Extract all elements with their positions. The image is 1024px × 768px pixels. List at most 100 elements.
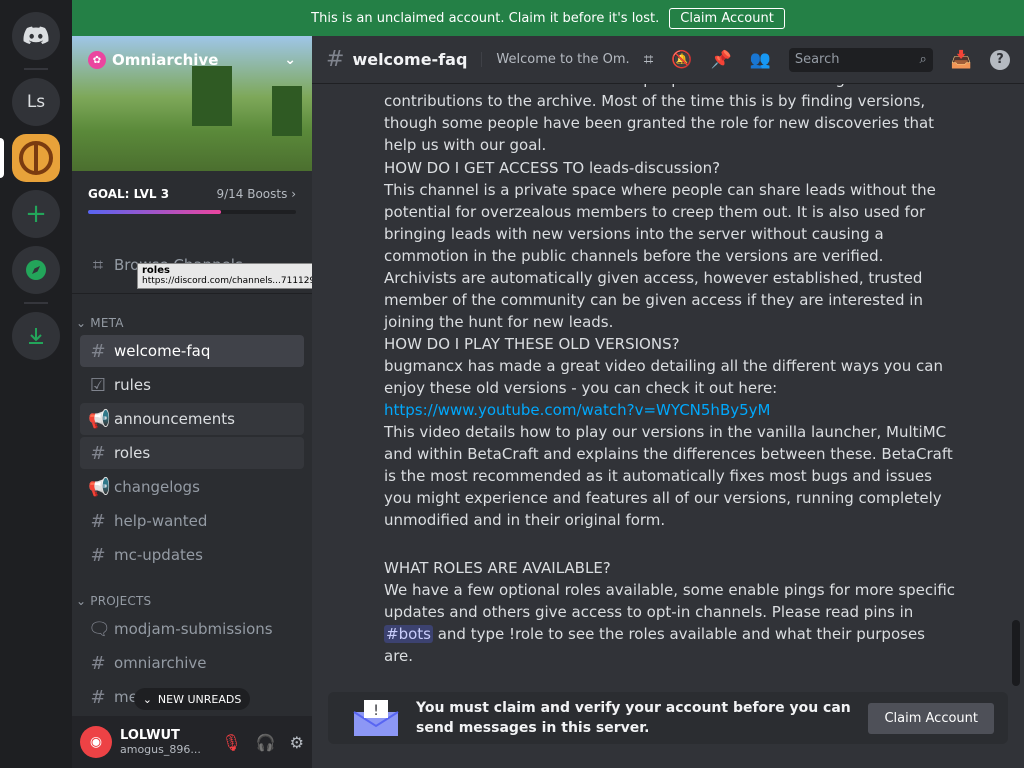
server-icon-omniarchive[interactable] [12,134,60,182]
svg-text:!: ! [373,703,379,719]
channel-mention-bots[interactable]: #bots [384,625,433,643]
channel-header: # welcome-faq Welcome to the Om... ⌗ 🔕 📌… [312,36,1024,84]
channel-mc-updates[interactable]: # mc-updates [80,539,304,571]
answer-text: bugmancx has made a great video detailin… [384,357,943,397]
username: LOLWUT [120,728,180,743]
unclaimed-account-banner: This is an unclaimed account. Claim it b… [72,0,1024,36]
channel-help-wanted[interactable]: # help-wanted [80,505,304,537]
envelope-alert-icon: ! [353,700,399,736]
add-server-button[interactable]: + [12,190,60,238]
answer-text: and type !role to see the roles availabl… [384,625,925,665]
direct-messages-button[interactable] [12,12,60,60]
selected-server-pill [0,138,4,178]
new-unreads-pill[interactable]: ⌄ NEW UNREADS [134,688,250,710]
category-projects[interactable]: ⌄ PROJECTS [76,594,151,608]
megaphone-icon: 📢 [88,408,111,430]
explore-servers-button[interactable] [12,246,60,294]
message-paragraph-1: The archivist role is used to thank peop… [384,84,935,154]
hash-icon: # [90,510,106,532]
omniarchive-logo-icon [19,141,53,175]
banner-claim-account-button[interactable]: Claim Account [669,7,785,29]
faq-question-versions: HOW DO I PLAY THESE OLD VERSIONS? [384,335,680,353]
mute-microphone-icon[interactable]: 🎙 [221,733,241,752]
channel-welcome-faq[interactable]: # welcome-faq [80,335,304,367]
channel-omniarchive[interactable]: # omniarchive [80,647,304,679]
claim-account-notice: ! You must claim and verify your account… [328,692,1008,744]
goal-label: GOAL: LVL 3 [88,187,170,201]
compass-icon [26,260,46,280]
faq-answer-versions: bugmancx has made a great video detailin… [384,355,956,421]
search-icon: ⌕ [919,52,927,67]
rail-separator [24,68,48,70]
server-name: Omniarchive [112,51,219,69]
channel-label: modjam-submissions [114,620,273,638]
faq-answer-versions-2: This video details how to play our versi… [384,423,953,529]
hash-icon: # [326,47,345,72]
answer-text: We have a few optional roles available, … [384,581,956,621]
member-list-icon[interactable]: 👥 [750,50,771,70]
channel-label: mc-updates [114,546,203,564]
chevron-right-icon: › [291,187,296,201]
rules-checkbox-icon: ☑ [89,374,107,396]
download-apps-button[interactable] [12,312,60,360]
channel-label: help-wanted [114,512,208,530]
new-unreads-label: NEW UNREADS [157,692,242,706]
category-meta[interactable]: ⌄ META [76,316,124,330]
gear-icon[interactable]: ⚙ [290,733,304,752]
claim-notice-text: You must claim and verify your account b… [416,700,851,736]
channel-changelogs[interactable]: 📢 changelogs [80,471,304,503]
channel-roles[interactable]: # roles [80,437,304,469]
banner-text: This is an unclaimed account. Claim it b… [311,10,660,26]
user-names[interactable]: LOLWUT amogus_896... [120,728,210,756]
scrollbar[interactable] [1012,620,1020,686]
search-input[interactable]: Search ⌕ [788,47,933,72]
server-rail: Ls + [0,0,72,768]
youtube-link[interactable]: https://www.youtube.com/watch?v=WYCN5hBy… [384,401,770,419]
server-boost-icon: ✿ [88,51,106,69]
channel-topic[interactable]: Welcome to the Om... [481,52,631,67]
channel-rules[interactable]: ☑ rules [80,369,304,401]
channel-announcements[interactable]: 📢 announcements [80,403,304,435]
browse-channels-icon: ⌗ [92,254,104,276]
chevron-down-icon: ⌄ [284,52,296,68]
channel-label: omniarchive [114,654,207,672]
claim-account-button[interactable]: Claim Account [868,702,994,734]
threads-icon[interactable]: ⌗ [644,50,654,70]
channel-modjam-submissions[interactable]: 🗨 modjam-submissions [80,613,304,645]
user-panel: ◉ LOLWUT amogus_896... 🎙 🎧 ⚙ [72,716,312,768]
discord-logo-icon [23,26,49,44]
channel-label: announcements [114,410,235,428]
boost-progress-fill [88,210,222,214]
category-meta-label: META [90,316,124,330]
category-projects-label: PROJECTS [90,594,152,608]
pin-icon[interactable]: 📌 [710,50,731,70]
message-area: The archivist role is used to thank peop… [312,84,1024,768]
chevron-down-icon: ⌄ [142,692,152,706]
search-placeholder: Search [794,52,840,67]
boost-count: 9/14 Boosts [216,187,288,201]
headphones-icon[interactable]: 🎧 [256,733,276,752]
boost-goal[interactable]: GOAL: LVL 3 9/14 Boosts › [72,171,312,231]
channel-sidebar: ✿ Omniarchive ⌄ GOAL: LVL 3 9/14 Boosts … [72,36,312,768]
user-tag: amogus_896... [120,743,201,756]
channel-label: welcome-faq [114,342,211,360]
faq-answer-leads: This channel is a private space where pe… [384,181,936,331]
megaphone-icon: 📢 [88,476,111,498]
channel-label: rules [114,376,151,394]
hash-icon: # [90,686,106,708]
channel-label: changelogs [114,478,200,496]
server-icon-ls[interactable]: Ls [12,78,60,126]
faq-question-leads: HOW DO I GET ACCESS TO leads-discussion? [384,159,721,177]
banner-tree-2 [272,86,302,136]
boost-progress-bar [88,210,296,214]
hash-icon: # [90,652,106,674]
faq-question-roles: WHAT ROLES ARE AVAILABLE? [384,559,611,577]
rail-separator-2 [24,302,48,304]
inbox-icon[interactable]: 📥 [951,50,972,70]
avatar[interactable]: ◉ [80,726,112,758]
server-name-header[interactable]: ✿ Omniarchive ⌄ [72,36,312,84]
channel-label: roles [114,444,151,462]
notification-bell-muted-icon[interactable]: 🔕 [671,50,692,70]
help-icon[interactable]: ? [990,49,1010,70]
channel-title: welcome-faq [352,50,468,69]
